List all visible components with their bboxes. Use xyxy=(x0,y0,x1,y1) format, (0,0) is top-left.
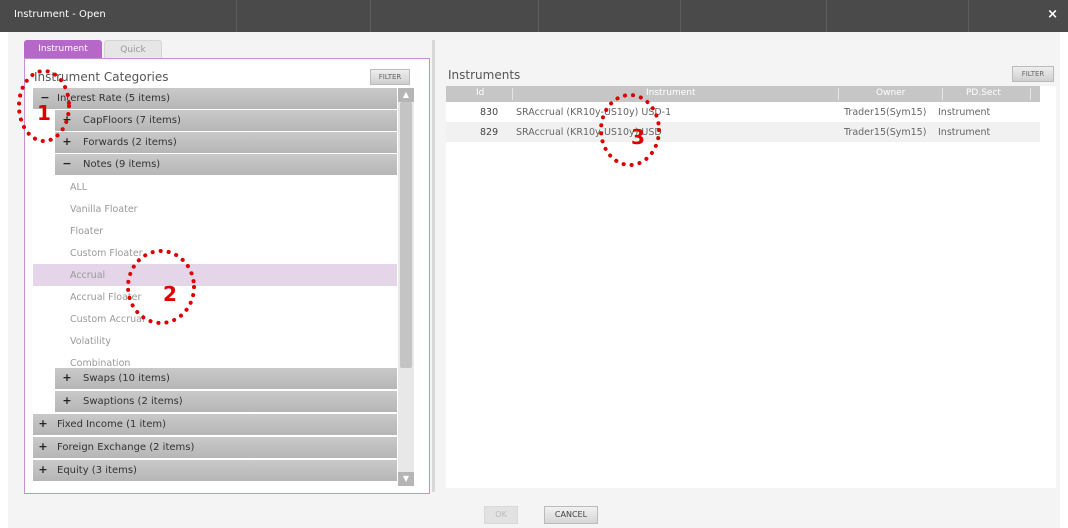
tree-item-label: Foreign Exchange (2 items) xyxy=(57,442,195,453)
tree-item-label: Swaps (10 items) xyxy=(83,373,170,384)
tree-item-swaptions[interactable]: + Swaptions (2 items) xyxy=(55,391,397,413)
tree-item-notes[interactable]: − Notes (9 items) xyxy=(55,154,397,176)
instruments-panel xyxy=(446,86,1056,488)
tree-item-interest-rate[interactable]: − Interest Rate (5 items) xyxy=(33,88,397,110)
tree-scrollbar[interactable]: ▲ ▼ xyxy=(398,88,414,486)
scroll-up-icon[interactable]: ▲ xyxy=(398,88,414,102)
instruments-title: Instruments xyxy=(448,68,521,82)
cancel-button[interactable]: CANCEL xyxy=(544,506,598,524)
window-title: Instrument - Open xyxy=(14,9,106,20)
title-divider xyxy=(236,0,237,32)
tree-item-forwards[interactable]: + Forwards (2 items) xyxy=(55,132,397,154)
tree-item-label: Forwards (2 items) xyxy=(83,137,177,148)
cell-pdsect: Instrument xyxy=(938,107,991,118)
expand-icon[interactable]: + xyxy=(37,418,49,430)
expand-icon[interactable]: + xyxy=(37,441,49,453)
tree-leaf-label: ALL xyxy=(70,182,88,193)
expand-icon[interactable]: + xyxy=(61,395,73,407)
table-row[interactable]: 829 SRAccrual (KR10y-US10y) USD Trader15… xyxy=(446,122,1040,142)
tree-item-label: CapFloors (7 items) xyxy=(83,115,181,126)
title-divider xyxy=(370,0,371,32)
expand-icon[interactable]: + xyxy=(37,464,49,476)
title-divider xyxy=(538,0,539,32)
tree-leaf-floater[interactable]: Floater xyxy=(33,220,397,242)
tree-item-label: Notes (9 items) xyxy=(83,159,161,170)
tab-quick[interactable]: Quick xyxy=(104,40,162,59)
title-divider xyxy=(826,0,827,32)
cell-id: 830 xyxy=(480,107,499,118)
callout-1: 1 xyxy=(17,69,71,143)
tree-leaf-all[interactable]: ALL xyxy=(33,176,397,198)
cell-owner: Trader15(Sym15) xyxy=(844,107,927,118)
column-divider xyxy=(942,88,943,100)
tree-leaf-label: Floater xyxy=(70,226,104,237)
category-tree: − Interest Rate (5 items) + CapFloors (7… xyxy=(33,88,397,486)
tree-leaf-vanilla-floater[interactable]: Vanilla Floater xyxy=(33,198,397,220)
collapse-icon[interactable]: − xyxy=(61,158,73,170)
tree-leaf-custom-accrual[interactable]: Custom Accrual xyxy=(33,308,397,330)
callout-1-label: 1 xyxy=(37,101,51,125)
callout-3-label: 3 xyxy=(631,125,645,149)
column-header-id[interactable]: Id xyxy=(476,88,484,98)
tree-item-label: Fixed Income (1 item) xyxy=(57,419,167,430)
column-header-pdsect[interactable]: PD.Sect xyxy=(966,88,1001,98)
tree-item-foreign-exchange[interactable]: + Foreign Exchange (2 items) xyxy=(33,437,397,459)
tree-leaf-label: Vanilla Floater xyxy=(70,204,138,215)
panel-splitter[interactable] xyxy=(432,40,435,492)
tree-leaf-accrual-floater[interactable]: Accrual Floater xyxy=(33,286,397,308)
tree-item-capfloors[interactable]: + CapFloors (7 items) xyxy=(55,110,397,132)
instruments-filter-button[interactable]: FILTER xyxy=(1012,66,1054,82)
callout-2: 2 xyxy=(126,249,196,325)
scroll-down-icon[interactable]: ▼ xyxy=(398,472,414,486)
tree-leaf-label: Accrual xyxy=(70,270,106,281)
cell-pdsect: Instrument xyxy=(938,127,991,138)
table-row[interactable]: 830 SRAccrual (KR10y-US10y) USD-1 Trader… xyxy=(446,102,1040,122)
callout-3: 3 xyxy=(599,93,661,167)
tree-leaf-label: Volatility xyxy=(70,336,112,347)
column-divider xyxy=(838,88,839,100)
column-divider xyxy=(512,88,513,100)
title-bar: Instrument - Open × xyxy=(0,0,1068,32)
expand-icon[interactable]: + xyxy=(61,372,73,384)
ok-button[interactable]: OK xyxy=(484,506,518,524)
callout-2-label: 2 xyxy=(163,282,177,306)
instruments-grid-header: Id Instrument Owner PD.Sect xyxy=(446,86,1040,102)
title-divider xyxy=(968,0,969,32)
tree-item-swaps[interactable]: + Swaps (10 items) xyxy=(55,368,397,390)
cell-owner: Trader15(Sym15) xyxy=(844,127,927,138)
tree-item-fixed-income[interactable]: + Fixed Income (1 item) xyxy=(33,414,397,436)
categories-filter-button[interactable]: FILTER xyxy=(370,69,410,85)
tab-instrument[interactable]: Instrument xyxy=(24,40,102,58)
tree-item-equity[interactable]: + Equity (3 items) xyxy=(33,460,397,482)
scrollbar-thumb[interactable] xyxy=(400,102,412,368)
close-icon[interactable]: × xyxy=(1047,7,1058,22)
column-divider xyxy=(1030,88,1031,100)
tree-item-label: Equity (3 items) xyxy=(57,465,137,476)
title-divider xyxy=(680,0,681,32)
tree-leaf-accrual[interactable]: Accrual xyxy=(33,264,397,286)
tree-item-label: Swaptions (2 items) xyxy=(83,396,183,407)
cell-id: 829 xyxy=(480,127,499,138)
tree-leaf-volatility[interactable]: Volatility xyxy=(33,330,397,352)
column-header-owner[interactable]: Owner xyxy=(876,88,905,98)
tree-leaf-custom-floater[interactable]: Custom Floater xyxy=(33,242,397,264)
